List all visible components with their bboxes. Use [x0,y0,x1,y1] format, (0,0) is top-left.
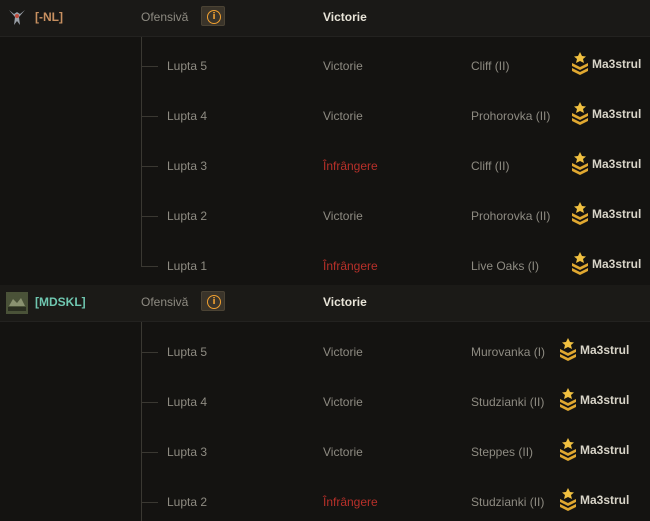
battle-result: Victorie [323,59,363,73]
map-name: Cliff (II) [471,159,510,173]
battle-result: Victorie [323,445,363,459]
battle-mode-label: Ofensivă [141,10,189,24]
battle-number: Lupta 3 [167,159,208,173]
battle-result: Înfrângere [323,495,378,509]
battle-number: Lupta 2 [167,495,208,509]
player-name[interactable]: Ma3strul [580,493,629,507]
tree-branch [141,402,158,403]
rank-chevron-icon [571,52,589,76]
emblem-nl-icon [6,7,28,29]
clan-row[interactable]: [MDSKL] Ofensivă i Victorie [0,285,650,322]
battle-number: Lupta 2 [167,209,208,223]
rank-chevron-icon [559,488,577,512]
rank-chevron-icon [559,338,577,362]
tree-branch [141,116,158,117]
rank-chevron-icon [571,152,589,176]
tree-branch [141,216,158,217]
rank-chevron-icon [571,102,589,126]
battle-result: Înfrângere [323,159,378,173]
tree-branch [141,266,158,267]
map-name: Studzianki (II) [471,395,545,409]
map-name: Studzianki (II) [471,495,545,509]
tree-branch [141,352,158,353]
info-icon: i [207,10,221,24]
map-name: Prohorovka (II) [471,109,551,123]
player-name[interactable]: Ma3strul [592,207,641,221]
clan-result: Victorie [323,295,367,309]
player-name[interactable]: Ma3strul [580,443,629,457]
clan-row[interactable]: [-NL] Ofensivă i Victorie [0,0,650,37]
battle-result: Victorie [323,109,363,123]
clan-tag[interactable]: [-NL] [35,10,63,24]
tree-branch [141,502,158,503]
tree-line [141,37,142,266]
map-name: Prohorovka (II) [471,209,551,223]
battle-result: Victorie [323,395,363,409]
player-name[interactable]: Ma3strul [580,393,629,407]
rank-chevron-icon [559,388,577,412]
tree-branch [141,166,158,167]
info-icon: i [207,295,221,309]
map-name: Live Oaks (I) [471,259,540,273]
battle-result: Înfrângere [323,259,378,273]
player-name[interactable]: Ma3strul [580,343,629,357]
rank-chevron-icon [559,438,577,462]
battle-number: Lupta 5 [167,345,208,359]
clan-tag[interactable]: [MDSKL] [35,295,86,309]
battle-number: Lupta 5 [167,59,208,73]
battle-number: Lupta 4 [167,395,208,409]
battle-result: Victorie [323,209,363,223]
info-button[interactable]: i [201,291,225,311]
info-button[interactable]: i [201,6,225,26]
player-name[interactable]: Ma3strul [592,157,641,171]
battle-number: Lupta 4 [167,109,208,123]
tree-branch [141,66,158,67]
emblem-mdskl-icon [6,292,28,314]
battle-mode-label: Ofensivă [141,295,189,309]
battle-result: Victorie [323,345,363,359]
battle-number: Lupta 1 [167,259,208,273]
map-name: Cliff (II) [471,59,510,73]
clan-result: Victorie [323,10,367,24]
map-name: Steppes (II) [471,445,534,459]
player-name[interactable]: Ma3strul [592,257,641,271]
player-name[interactable]: Ma3strul [592,57,641,71]
battle-number: Lupta 3 [167,445,208,459]
rank-chevron-icon [571,252,589,276]
tree-branch [141,452,158,453]
rank-chevron-icon [571,202,589,226]
map-name: Murovanka (I) [471,345,546,359]
player-name[interactable]: Ma3strul [592,107,641,121]
